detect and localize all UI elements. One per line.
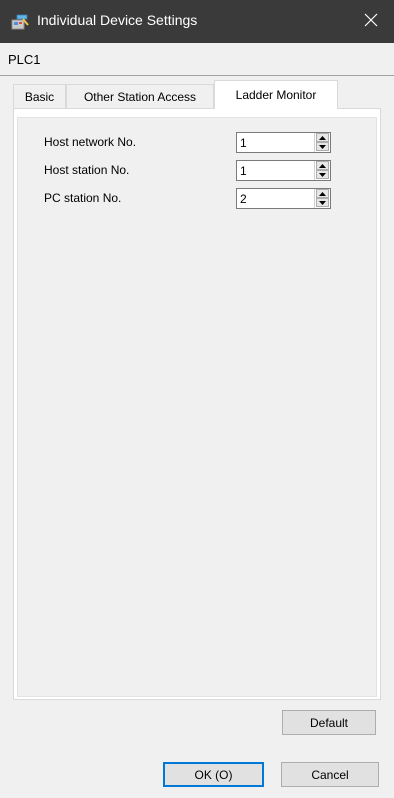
pc-station-spinbox[interactable]: 2 bbox=[236, 188, 331, 209]
pc-station-up-button[interactable] bbox=[316, 189, 329, 198]
host-station-spin-buttons bbox=[314, 161, 330, 180]
device-header: PLC1 bbox=[0, 43, 394, 76]
title-bar[interactable]: Individual Device Settings bbox=[0, 0, 394, 43]
host-station-spinbox[interactable]: 1 bbox=[236, 160, 331, 181]
arrow-up-icon bbox=[319, 163, 326, 168]
device-settings-icon bbox=[11, 14, 29, 30]
default-button[interactable]: Default bbox=[282, 710, 376, 735]
settings-area: Host network No. 1 Host station No. 1 PC… bbox=[17, 117, 377, 697]
arrow-up-icon bbox=[319, 135, 326, 140]
arrow-down-icon bbox=[319, 144, 326, 149]
host-station-down-button[interactable] bbox=[316, 170, 329, 179]
pc-station-label: PC station No. bbox=[44, 191, 122, 205]
tab-basic[interactable]: Basic bbox=[13, 84, 66, 108]
host-network-down-button[interactable] bbox=[316, 142, 329, 151]
pc-station-down-button[interactable] bbox=[316, 198, 329, 207]
host-network-value[interactable]: 1 bbox=[240, 136, 247, 150]
ok-button[interactable]: OK (O) bbox=[163, 762, 264, 787]
tab-other-station-access[interactable]: Other Station Access bbox=[66, 84, 214, 108]
pc-station-value[interactable]: 2 bbox=[240, 192, 247, 206]
pc-station-spin-buttons bbox=[314, 189, 330, 208]
host-network-spinbox[interactable]: 1 bbox=[236, 132, 331, 153]
host-station-value[interactable]: 1 bbox=[240, 164, 247, 178]
dialog-window: Individual Device Settings PLC1 Basic Ot… bbox=[0, 0, 394, 798]
arrow-down-icon bbox=[319, 200, 326, 205]
cancel-button[interactable]: Cancel bbox=[281, 762, 379, 787]
host-network-spin-buttons bbox=[314, 133, 330, 152]
arrow-up-icon bbox=[319, 191, 326, 196]
device-name: PLC1 bbox=[8, 52, 41, 67]
arrow-down-icon bbox=[319, 172, 326, 177]
close-icon bbox=[364, 13, 378, 30]
window-title: Individual Device Settings bbox=[37, 12, 198, 28]
host-network-label: Host network No. bbox=[44, 135, 137, 149]
close-button[interactable] bbox=[348, 0, 394, 43]
host-network-up-button[interactable] bbox=[316, 133, 329, 142]
ladder-monitor-panel: Host network No. 1 Host station No. 1 PC… bbox=[13, 108, 381, 700]
tab-ladder-monitor[interactable]: Ladder Monitor bbox=[214, 80, 338, 109]
host-station-up-button[interactable] bbox=[316, 161, 329, 170]
host-station-label: Host station No. bbox=[44, 163, 130, 177]
